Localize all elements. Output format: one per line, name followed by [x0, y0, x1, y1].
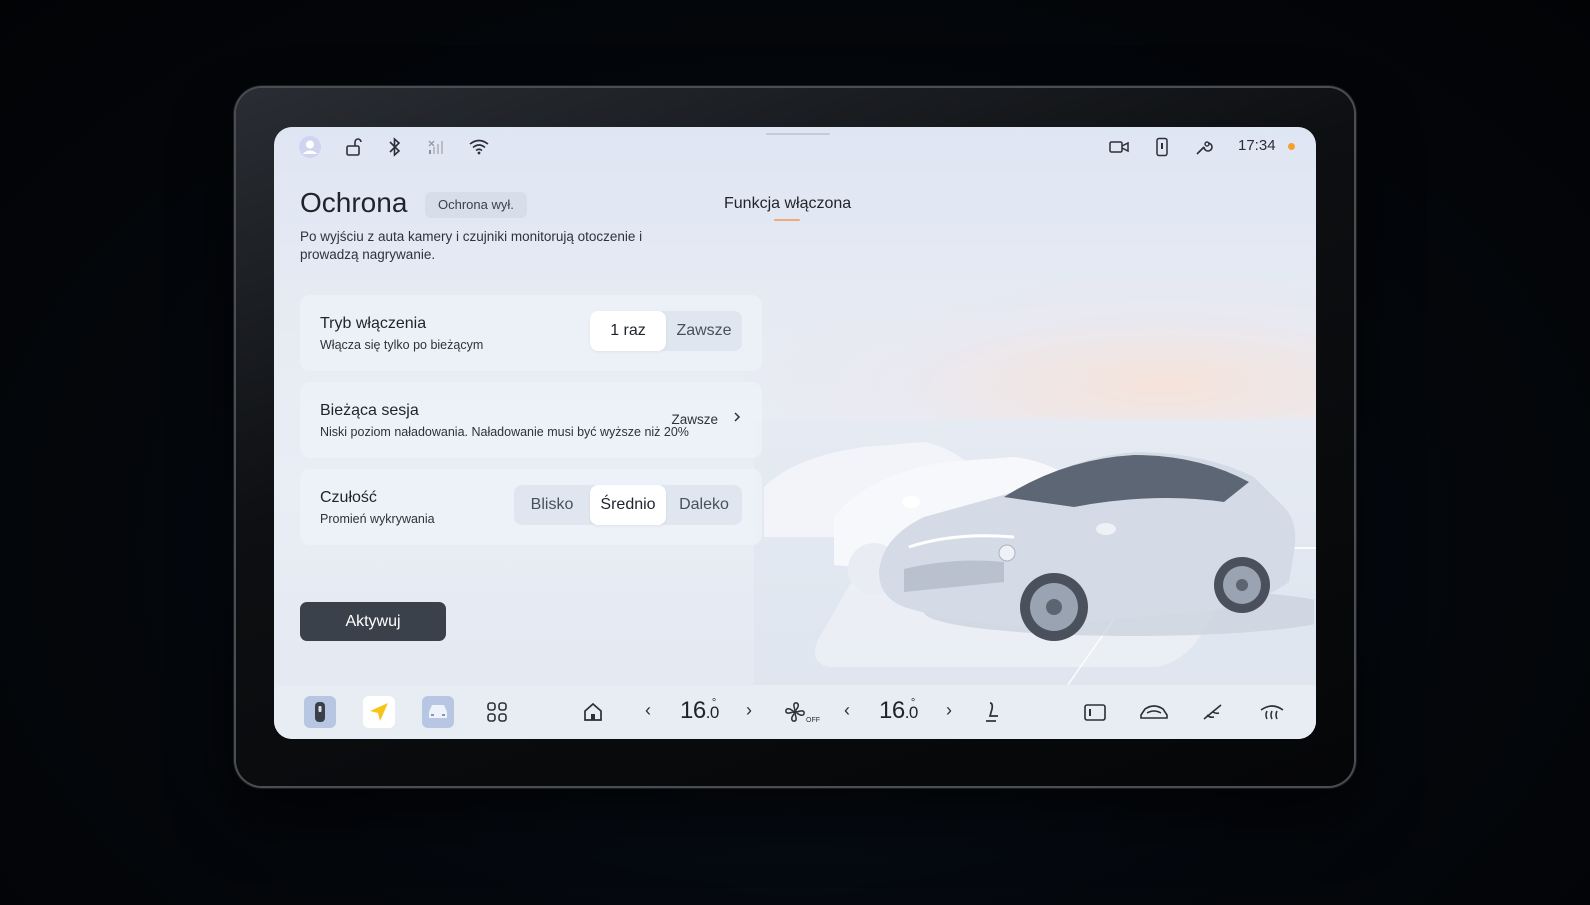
page-title: Ochrona — [300, 187, 408, 218]
wrench-icon[interactable] — [1192, 135, 1216, 159]
left-temp-value: 16 — [680, 697, 706, 724]
status-indicator — [774, 219, 800, 221]
drag-handle[interactable] — [766, 133, 830, 135]
mode-segmented-control: 1 raz Zawsze — [590, 311, 742, 351]
home-icon[interactable] — [577, 696, 609, 728]
session-setting-card[interactable]: Bieżąca sesja Niski poziom naładowania. … — [300, 382, 762, 458]
mode-subtitle: Włącza się tylko po bieżącym — [320, 338, 484, 352]
defrost-icon[interactable] — [1256, 696, 1288, 728]
mode-option-once[interactable]: 1 raz — [590, 311, 666, 351]
session-value[interactable]: Zawsze — [671, 412, 718, 427]
left-temp-decrease-icon[interactable]: ‹ — [645, 700, 651, 721]
sensitivity-segmented-control: Blisko Średnio Daleko — [514, 485, 742, 525]
chevron-right-icon[interactable] — [732, 410, 742, 427]
status-bar: 17:34 — [274, 127, 1316, 167]
mode-setting-card: Tryb włączenia Włącza się tylko po bieżą… — [300, 295, 762, 371]
sensitivity-option-medium[interactable]: Średnio — [590, 485, 666, 525]
profile-icon[interactable] — [298, 135, 322, 159]
cellular-icon — [425, 135, 449, 159]
vehicle-app-icon[interactable] — [422, 696, 454, 728]
bluetooth-icon[interactable] — [383, 135, 407, 159]
screen: 17:34 Ochrona Ochrona wył. Po wyjściu z … — [274, 127, 1316, 739]
activate-button[interactable]: Aktywuj — [300, 602, 446, 641]
wifi-icon[interactable] — [467, 135, 491, 159]
wiper-icon[interactable] — [1197, 696, 1229, 728]
fan-off-icon[interactable]: OFF — [782, 696, 822, 728]
bottom-dock: ‹ 16.0° › OFF ‹ 16.0° › — [274, 685, 1316, 739]
car-illustration — [764, 442, 1314, 641]
session-subtitle: Niski poziom naładowania. Naładowanie mu… — [320, 425, 689, 439]
mode-option-always[interactable]: Zawsze — [666, 311, 742, 351]
seat-icon[interactable] — [976, 696, 1008, 728]
left-temp-degree: ° — [711, 697, 716, 709]
sensitivity-subtitle: Promień wykrywania — [320, 512, 435, 526]
unlock-icon[interactable] — [341, 135, 365, 159]
apps-grid-icon[interactable] — [481, 696, 513, 728]
sensitivity-setting-card: Czułość Promień wykrywania Blisko Średni… — [300, 469, 762, 545]
mode-title: Tryb włączenia — [320, 315, 427, 332]
function-status-label: Funkcja włączona — [724, 195, 852, 212]
fan-status-text: OFF — [806, 717, 820, 724]
dashcam-icon[interactable] — [1107, 135, 1131, 159]
right-temp-degree: ° — [910, 697, 915, 709]
left-temp-increase-icon[interactable]: › — [746, 700, 752, 721]
session-title: Bieżąca sesja — [320, 402, 419, 419]
left-temperature[interactable]: 16.0° — [680, 697, 719, 725]
right-temperature[interactable]: 16.0° — [879, 697, 918, 725]
phone-key-icon[interactable] — [1150, 135, 1174, 159]
sensitivity-option-far[interactable]: Daleko — [666, 485, 742, 525]
right-temp-increase-icon[interactable]: › — [946, 700, 952, 721]
car-air-circulation-icon[interactable] — [1138, 696, 1170, 728]
right-temp-decrease-icon[interactable]: ‹ — [844, 700, 850, 721]
protection-status-badge: Ochrona wył. — [425, 192, 527, 218]
navigation-app-icon[interactable] — [363, 696, 395, 728]
clock: 17:34 — [1238, 137, 1276, 154]
sensitivity-option-near[interactable]: Blisko — [514, 485, 590, 525]
sensitivity-title: Czułość — [320, 489, 377, 506]
screen-icon[interactable] — [1079, 696, 1111, 728]
page-description: Po wyjściu z auta kamery i czujniki moni… — [300, 229, 643, 262]
right-temp-value: 16 — [879, 697, 905, 724]
car-key-app-icon[interactable] — [304, 696, 336, 728]
notification-dot — [1288, 143, 1295, 150]
